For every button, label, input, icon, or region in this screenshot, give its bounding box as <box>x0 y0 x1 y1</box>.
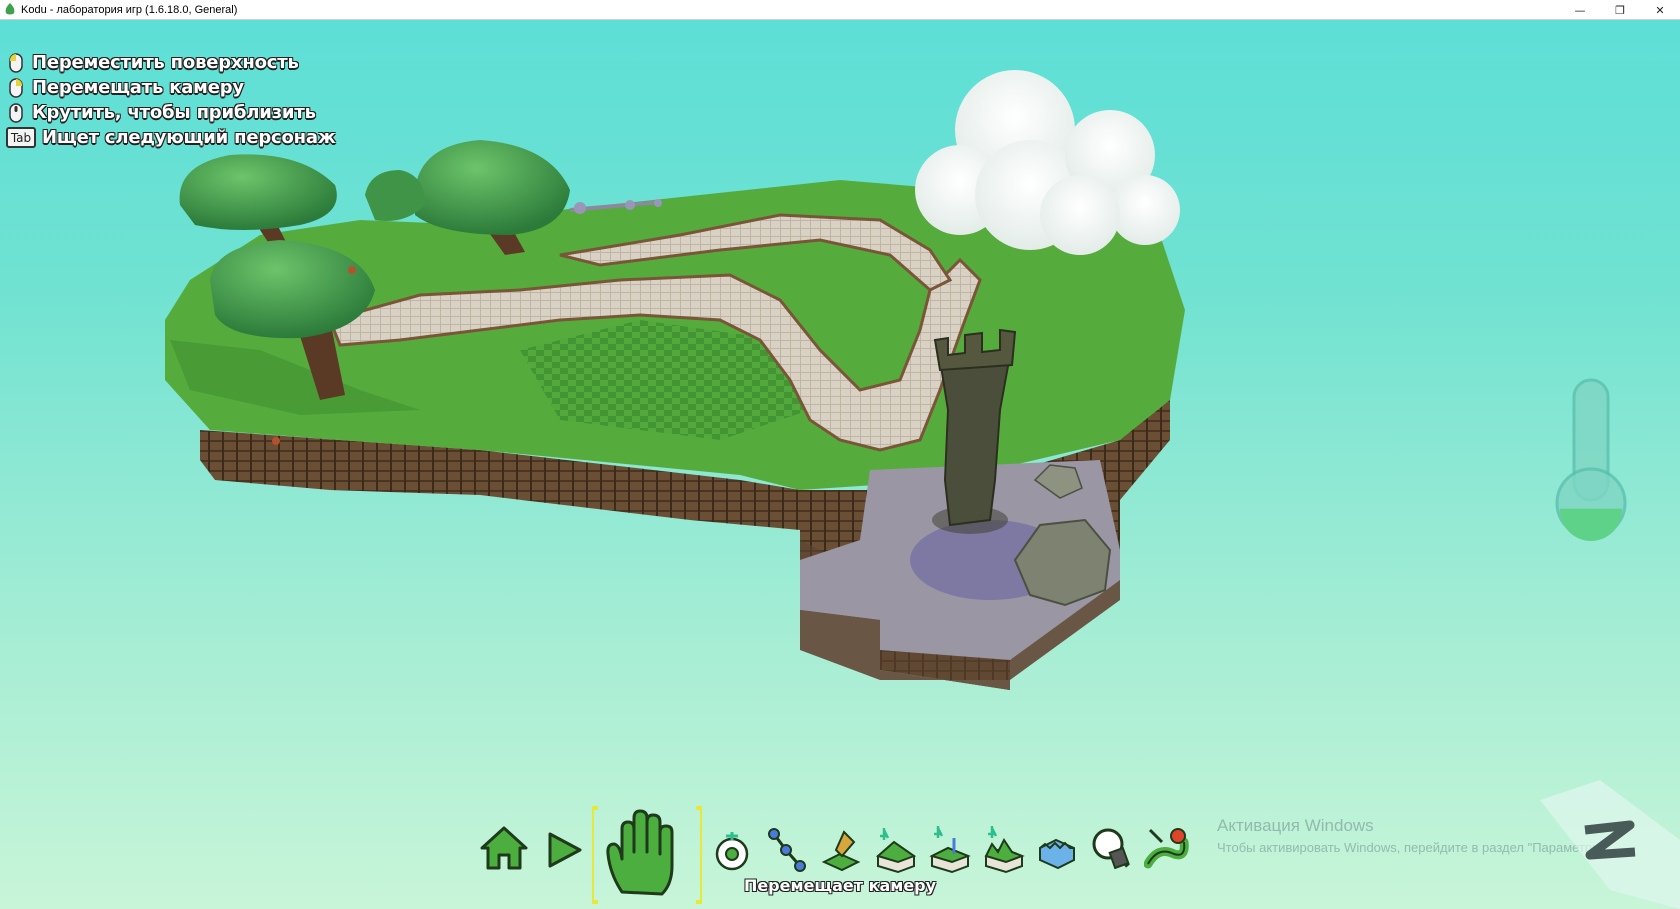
thermometer-fill <box>1560 508 1622 541</box>
restore-icon: ❐ <box>1615 3 1625 17</box>
distant-object <box>625 200 635 210</box>
window-controls: — ❐ ✕ <box>1560 0 1680 20</box>
terrain-paint-icon[interactable] <box>820 828 862 874</box>
distant-object <box>574 202 586 214</box>
apple[interactable] <box>272 437 280 445</box>
control-hints: Переместить поверхность Перемещать камер… <box>6 50 336 150</box>
close-icon: ✕ <box>1655 3 1665 17</box>
close-button[interactable]: ✕ <box>1640 0 1680 20</box>
kodu-corner-logo <box>1540 780 1680 909</box>
erase-tool-icon[interactable] <box>1090 826 1132 872</box>
title-bar: Kodu - лаборатория игр (1.6.18.0, Genera… <box>0 0 1680 20</box>
hand-icon[interactable] <box>592 804 702 906</box>
object-tool-icon[interactable] <box>712 830 752 872</box>
game-viewport[interactable]: Переместить поверхность Перемещать камер… <box>0 20 1680 909</box>
hint-row: Переместить поверхность <box>6 50 336 75</box>
mouse-left-icon <box>6 52 26 74</box>
hint-row: Перемещать камеру <box>6 75 336 100</box>
terrain-raise-icon[interactable] <box>874 826 918 874</box>
cloud[interactable] <box>915 70 1180 255</box>
mouse-right-icon <box>6 77 26 99</box>
distant-object <box>654 199 662 207</box>
hint-row: Tab Ищет следующий персонаж <box>6 125 336 150</box>
tab-key-icon: Tab <box>6 127 36 148</box>
window-title: Kodu - лаборатория игр (1.6.18.0, Genera… <box>21 3 238 16</box>
kodu-app-icon <box>5 3 15 15</box>
restore-button[interactable]: ❐ <box>1600 0 1640 20</box>
memory-thermometer <box>1555 378 1627 541</box>
island-world[interactable] <box>0 20 1680 909</box>
terrain-smooth-icon[interactable] <box>928 824 972 874</box>
terrain-roughen-icon[interactable] <box>982 824 1026 874</box>
path-tool-icon[interactable] <box>766 828 806 874</box>
minimize-button[interactable]: — <box>1560 0 1600 20</box>
home-icon[interactable] <box>478 824 530 872</box>
selection-bracket-right <box>696 806 702 904</box>
hint-text: Перемещать камеру <box>32 77 244 98</box>
water-tool-icon[interactable] <box>1036 830 1078 872</box>
hint-text: Ищет следующий персонаж <box>42 127 336 148</box>
apple[interactable] <box>348 266 356 274</box>
play-icon[interactable] <box>544 830 584 870</box>
hint-text: Крутить, чтобы приблизить <box>32 102 316 123</box>
hint-text: Переместить поверхность <box>32 52 299 73</box>
selection-bracket-left <box>592 806 598 904</box>
hint-row: Крутить, чтобы приблизить <box>6 100 336 125</box>
mouse-wheel-icon <box>6 102 26 124</box>
minimize-icon: — <box>1574 3 1586 17</box>
world-settings-icon[interactable] <box>1144 824 1190 872</box>
tool-caption: Перемещает камеру <box>743 876 937 895</box>
